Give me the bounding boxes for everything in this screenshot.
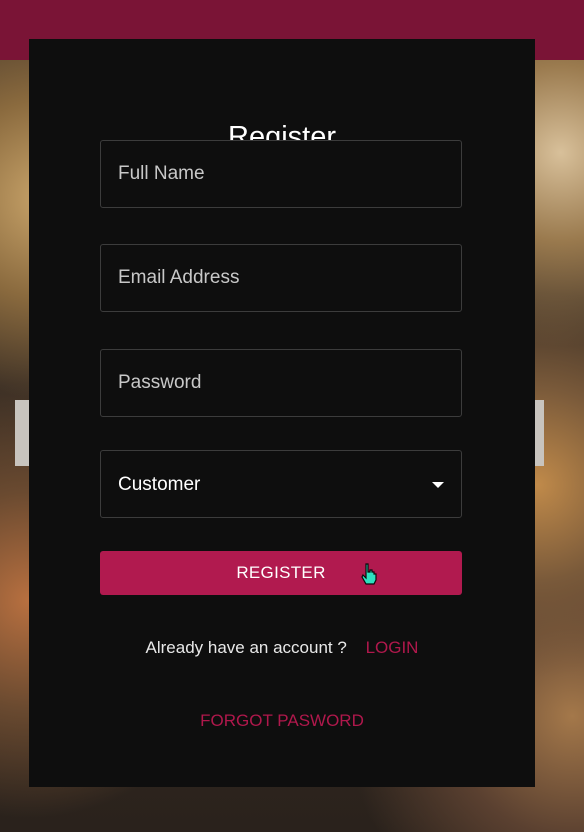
already-account-text: Already have an account ? (145, 638, 347, 657)
full-name-input[interactable] (100, 140, 462, 208)
login-link[interactable]: LOGIN (366, 638, 419, 657)
register-modal: Register Customer REGISTER Already have … (29, 39, 535, 787)
login-prompt: Already have an account ? LOGIN (29, 638, 535, 658)
register-button[interactable]: REGISTER (100, 551, 462, 595)
background-decoration (534, 400, 544, 466)
forgot-password-link[interactable]: FORGOT PASWORD (29, 711, 535, 731)
password-input[interactable] (100, 349, 462, 417)
role-select-value: Customer (118, 474, 201, 495)
hand-pointer-icon (361, 563, 377, 585)
email-input[interactable] (100, 244, 462, 312)
role-select[interactable]: Customer (100, 450, 462, 518)
chevron-down-icon (432, 482, 444, 488)
